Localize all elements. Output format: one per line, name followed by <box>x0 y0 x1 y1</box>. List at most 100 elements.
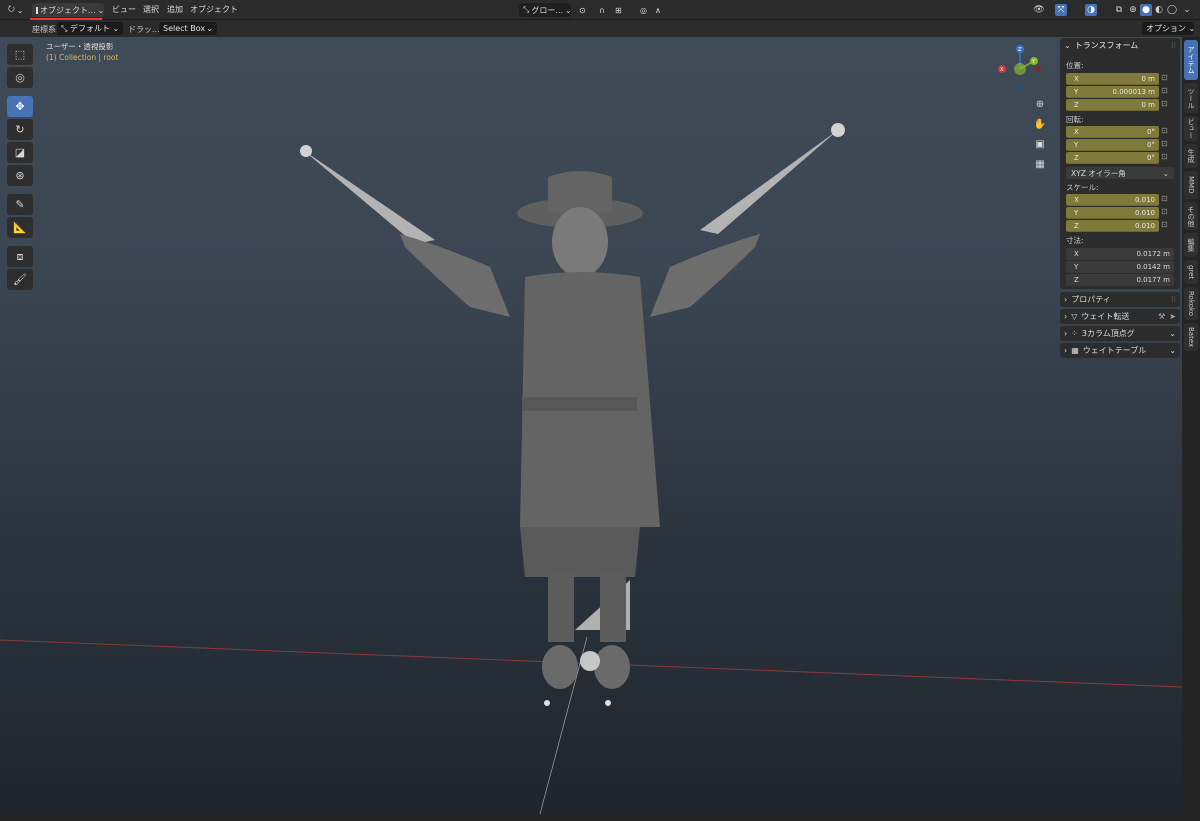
orientation-dropdown[interactable]: ⤡ デフォルト ⌄ <box>57 22 124 35</box>
chevron-down-icon[interactable]: ⌄ <box>1169 346 1176 355</box>
lock-icon[interactable]: ⊡ <box>1161 220 1168 229</box>
lock-icon[interactable]: ⊡ <box>1161 126 1168 135</box>
menu-view[interactable]: ビュー <box>112 3 136 17</box>
lock-icon[interactable]: ⊡ <box>1161 152 1168 161</box>
drag-handle-icon[interactable]: ⁝⁝ <box>1171 295 1176 304</box>
wrench-icon[interactable]: ⚒ <box>1158 312 1165 321</box>
drag-handle-icon[interactable]: ⁝⁝ <box>1171 41 1176 50</box>
shading-material-icon[interactable]: ◐ <box>1153 4 1165 16</box>
shading-options-icon[interactable]: ⌄ <box>1181 4 1193 16</box>
vertex-group-icon: ⁘ <box>1071 329 1078 338</box>
shading-solid-icon[interactable]: ● <box>1140 4 1152 16</box>
3d-viewport[interactable]: ユーザー・透視投影 (1) Collection | root Z Y X ⊕ … <box>0 37 1182 814</box>
navigation-gizmo[interactable]: Z Y X <box>996 43 1044 95</box>
rotate-tool[interactable]: ↻ <box>7 119 33 140</box>
proportional-icon: ◎ <box>640 5 647 15</box>
orientation-label: 座標系: <box>32 25 59 34</box>
rotation-mode-select[interactable]: XYZ オイラー角 ⌄ <box>1066 167 1174 179</box>
location-y-field[interactable]: Y 0.000013 m <box>1066 86 1159 98</box>
field-value: 0 m <box>1141 74 1156 83</box>
scale-x-field[interactable]: X 0.010 <box>1066 194 1159 206</box>
visibility-icon[interactable]: 👁 <box>1033 4 1045 16</box>
drag-dropdown[interactable]: Select Box ⌄ <box>159 22 217 35</box>
weight-transfer-panel-header[interactable]: › ▽ ウェイト転送 ⚒ ➤ <box>1060 309 1180 324</box>
options-dropdown[interactable]: オプション ⌄ <box>1142 22 1195 35</box>
pan-hand-icon[interactable]: ✋ <box>1031 115 1049 133</box>
tab-label: Batex <box>1187 326 1195 348</box>
scale-y-field[interactable]: Y 0.010 <box>1066 207 1159 219</box>
vertex-group-panel-header[interactable]: › ⁘ 3カラム頂点グ ⌄ <box>1060 326 1180 341</box>
rotation-z-field[interactable]: Z 0° <box>1066 152 1159 164</box>
transform-panel-header[interactable]: ⌄ トランスフォーム ⁝⁝ <box>1060 38 1180 53</box>
tab-mmd[interactable]: MMD <box>1184 171 1198 199</box>
right-arm-bone <box>700 130 838 234</box>
transform-tool[interactable]: ⊛ <box>7 165 33 186</box>
lock-icon[interactable]: ⊡ <box>1161 99 1168 108</box>
tab-edit[interactable]: 編集 <box>1184 233 1198 257</box>
pencil-icon: ✎ <box>15 198 25 211</box>
menu-select[interactable]: 選択 <box>143 3 159 17</box>
lock-icon[interactable]: ⊡ <box>1161 73 1168 82</box>
lock-icon[interactable]: ⊡ <box>1161 86 1168 95</box>
annotate-tool[interactable]: ✎ <box>7 194 33 215</box>
lock-icon[interactable]: ⊡ <box>1161 139 1168 148</box>
gizmo-toggle-icon[interactable]: ⤧ <box>1055 4 1067 16</box>
cursor-icon[interactable]: ➤ <box>1169 312 1176 321</box>
location-x-field[interactable]: X 0 m <box>1066 73 1159 85</box>
properties-panel-header[interactable]: › プロパティ ⁝⁝ <box>1060 292 1180 307</box>
dimension-y-field[interactable]: Y 0.0142 m <box>1066 261 1174 273</box>
zoom-icon[interactable]: ⊕ <box>1031 95 1049 113</box>
left-foot-joint <box>544 700 550 706</box>
proportional-edit-toggle[interactable]: ◎ <box>636 3 650 17</box>
cursor-tool[interactable]: ◎ <box>7 67 33 88</box>
rotation-y-field[interactable]: Y 0° <box>1066 139 1159 151</box>
mode-select[interactable]: オブジェクト... ⌄ <box>32 3 104 17</box>
dimension-z-field[interactable]: Z 0.0177 m <box>1066 274 1174 286</box>
scale-tool[interactable]: ◪ <box>7 142 33 163</box>
falloff-button[interactable]: ∧ <box>651 3 665 17</box>
add-cube-tool[interactable]: ⧈ <box>7 246 33 267</box>
dimension-x-field[interactable]: X 0.0172 m <box>1066 248 1174 260</box>
snap-toggle[interactable]: ∩ <box>595 3 609 17</box>
brush-tool[interactable]: 🖌 <box>7 269 33 290</box>
scale-z-field[interactable]: Z 0.010 <box>1066 220 1159 232</box>
pivot-icon: ⊙ <box>579 5 586 15</box>
overlay-toggle-icon[interactable]: ◑ <box>1085 4 1097 16</box>
xray-icon[interactable]: ⧉ <box>1113 4 1125 16</box>
pivot-point-button[interactable]: ⊙ <box>575 3 593 17</box>
lock-icon[interactable]: ⊡ <box>1161 194 1168 203</box>
editor-type-button[interactable]: ⭮ ⌄ <box>4 3 30 17</box>
tab-batex[interactable]: Batex <box>1184 323 1198 351</box>
root-joint <box>580 651 600 671</box>
chevron-down-icon: ⌄ <box>1162 168 1169 178</box>
tab-tool[interactable]: ツール <box>1184 83 1198 113</box>
tab-label: その他 <box>1187 205 1195 227</box>
tab-other[interactable]: その他 <box>1184 202 1198 230</box>
menu-add[interactable]: 追加 <box>167 3 183 17</box>
transform-orientation-select[interactable]: ⤡ グロー... ⌄ <box>519 3 572 17</box>
tab-rokoko[interactable]: Rokoko <box>1184 287 1198 320</box>
location-z-field[interactable]: Z 0 m <box>1066 99 1159 111</box>
shading-wireframe-icon[interactable]: ⊕ <box>1127 4 1139 16</box>
tab-generate[interactable]: 生成 <box>1184 144 1198 168</box>
menu-object[interactable]: オブジェクト <box>190 3 238 17</box>
perspective-grid-icon[interactable]: ▦ <box>1031 155 1049 173</box>
move-tool[interactable]: ✥ <box>7 96 33 117</box>
tab-label: ツール <box>1187 87 1195 109</box>
shading-rendered-icon[interactable]: ◯ <box>1166 4 1178 16</box>
tab-gret[interactable]: gret <box>1184 260 1198 284</box>
select-box-tool[interactable]: ⬚ <box>7 44 33 65</box>
lock-icon[interactable]: ⊡ <box>1161 207 1168 216</box>
measure-tool[interactable]: 📐 <box>7 217 33 238</box>
rotation-x-field[interactable]: X 0° <box>1066 126 1159 138</box>
camera-icon[interactable]: ▣ <box>1031 135 1049 153</box>
chevron-right-icon: › <box>1064 329 1068 338</box>
weight-transfer-icon: ▽ <box>1071 312 1078 321</box>
location-label: 位置: <box>1066 61 1084 70</box>
snap-target-button[interactable]: ⊞ <box>611 3 633 17</box>
tab-view[interactable]: ビュー <box>1184 116 1198 141</box>
chevron-down-icon[interactable]: ⌄ <box>1169 329 1176 338</box>
weight-table-panel-header[interactable]: › ▦ ウェイトテーブル ⌄ <box>1060 343 1180 358</box>
tab-item[interactable]: アイテム <box>1184 40 1198 80</box>
left-arm-bone <box>303 150 435 244</box>
